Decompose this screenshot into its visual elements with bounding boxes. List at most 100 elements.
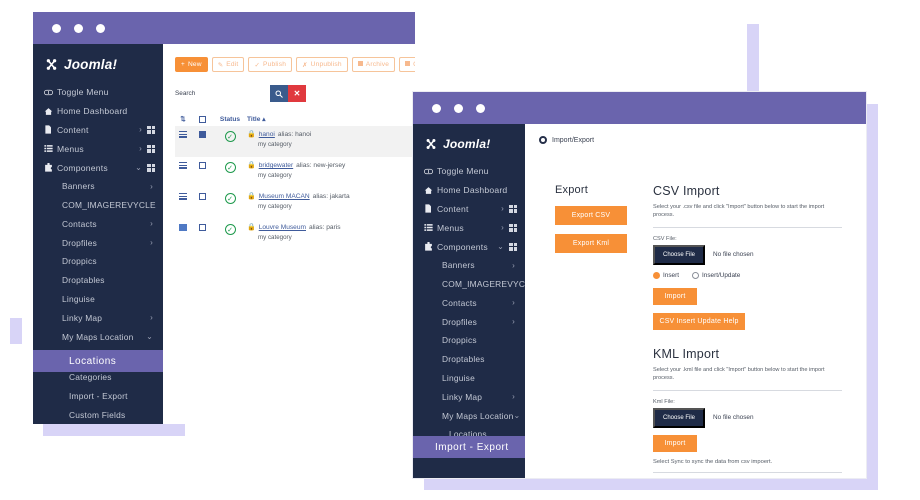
column-header-ordering[interactable]: ⇅ — [175, 115, 191, 123]
row-checkbox[interactable] — [198, 193, 206, 200]
sidebar-item-toggle-menu[interactable]: Toggle Menu — [413, 162, 525, 181]
chevron-icon: › — [150, 219, 153, 229]
sidebar-subitem-dropfiles[interactable]: Dropfiles › — [413, 312, 525, 331]
row-drag-handle[interactable] — [175, 131, 191, 138]
row-status-cell[interactable]: ✓ — [213, 193, 247, 204]
window-dot-minimize-icon[interactable] — [74, 23, 83, 33]
row-checkbox[interactable] — [198, 162, 206, 169]
toolbar-button-check-in[interactable]: Check - in — [399, 57, 415, 72]
sidebar-subitem-dropfiles[interactable]: Dropfiles › — [33, 233, 163, 252]
sidebar-subitem-my-maps-location[interactable]: My Maps Location ⌄ — [413, 406, 525, 425]
window1-subnav-list: Banners › COM_IMAGEREVYCLE Contacts › Dropfil… — [33, 177, 163, 346]
published-icon[interactable]: ✓ — [224, 162, 236, 173]
table-row[interactable]: ✓ 🔒 Louvre Museum alias: paris my category — [175, 219, 415, 250]
toolbar-button-new[interactable]: + New — [175, 57, 208, 72]
toolbar-button-archive[interactable]: Archive — [351, 57, 396, 72]
sidebar-subitem-com-imagerevycle[interactable]: COM_IMAGEREVYCLE — [33, 196, 163, 215]
sidebar-subitem-linky-map[interactable]: Linky Map › — [413, 387, 525, 406]
sidebar-item-components[interactable]: Components ⌄ — [413, 237, 525, 256]
sidebar-subitem-com-imagerevycle[interactable]: COM_IMAGEREVYCLE — [413, 275, 536, 294]
row-title-link[interactable]: Louvre Museum — [259, 224, 306, 232]
row-status-cell[interactable]: ✓ — [213, 224, 247, 235]
radio-unselected-icon[interactable] — [691, 271, 699, 279]
sidebar-item-label: Toggle Menu — [437, 166, 489, 177]
row-checkbox-cell[interactable] — [191, 224, 213, 231]
sidebar-item-home-dashboard[interactable]: Home Dashboard — [33, 102, 163, 121]
row-drag-handle[interactable] — [175, 224, 191, 231]
sidebar-item-toggle-menu[interactable]: Toggle Menu — [33, 83, 163, 102]
column-header-select-all[interactable] — [191, 115, 213, 123]
search-button[interactable] — [270, 85, 288, 102]
radio-selected-icon[interactable] — [653, 271, 660, 279]
sidebar-subitem-droptables[interactable]: Droptables — [413, 350, 525, 369]
sidebar-item-menus[interactable]: Menus › — [413, 218, 525, 237]
sidebar-subitem-banners[interactable]: Banners › — [33, 177, 163, 196]
sidebar-subitem-contacts[interactable]: Contacts › — [413, 293, 525, 312]
sidebar-subitem-custom-fields[interactable]: Custom Fields — [33, 406, 163, 425]
window-dot-close-icon[interactable] — [52, 23, 61, 33]
csv-radio-insert[interactable]: Insert — [653, 271, 679, 279]
row-drag-handle[interactable] — [175, 162, 191, 169]
window1-sidebar: Joomla! Toggle Menu Home Dashboard Content… — [33, 44, 185, 425]
published-icon[interactable]: ✓ — [224, 224, 236, 235]
published-icon[interactable]: ✓ — [224, 131, 236, 142]
row-status-cell[interactable]: ✓ — [213, 131, 247, 142]
sidebar-item-components[interactable]: Components ⌄ — [33, 158, 163, 177]
column-header-status[interactable]: Status — [213, 116, 247, 123]
clear-search-button[interactable]: ✕ — [288, 85, 306, 102]
select-all-checkbox[interactable] — [198, 115, 206, 123]
toolbar-button-unpublish[interactable]: ✗ Unpublish — [296, 57, 348, 72]
csv-choose-file-button[interactable]: Choose File — [653, 244, 706, 265]
row-checkbox-cell[interactable] — [191, 162, 213, 169]
table-row[interactable]: ✓ 🔒 hanoi alias: hanoi my category — [175, 126, 415, 157]
toolbar-button-label: Archive — [365, 61, 390, 68]
drag-handle-icon — [179, 224, 187, 231]
sidebar-subitem-label: Linguise — [442, 372, 475, 383]
sidebar-item-content[interactable]: Content › — [33, 121, 163, 140]
sidebar-item-home-dashboard[interactable]: Home Dashboard — [413, 181, 525, 200]
locations-table: ⇅ Status Title ▴ ✓ 🔒 hanoi alias: hanoi my c… — [175, 112, 415, 250]
published-icon[interactable]: ✓ — [224, 193, 236, 204]
sidebar-subitem-linguise[interactable]: Linguise — [413, 369, 525, 388]
column-header-title[interactable]: Title ▴ — [247, 115, 415, 123]
export-csv-button[interactable]: Export CSV — [555, 206, 627, 225]
csv-import-button[interactable]: Import — [653, 287, 697, 305]
row-checkbox[interactable] — [198, 131, 206, 138]
row-title-link[interactable]: Museum MACAN — [259, 193, 310, 201]
toolbar-button-edit[interactable]: ✎ Edit — [211, 57, 245, 72]
window2-titlebar[interactable] — [413, 92, 866, 124]
row-title-link[interactable]: bridgewater — [259, 162, 293, 170]
sidebar-item-content[interactable]: Content › — [413, 200, 525, 219]
csv-insert-update-help-button[interactable]: CSV Insert Update Help — [653, 312, 745, 330]
window-dot-close-icon[interactable] — [432, 103, 441, 113]
row-checkbox-cell[interactable] — [191, 131, 213, 138]
export-kml-button[interactable]: Export Kml — [555, 234, 627, 253]
table-row[interactable]: ✓ 🔒 Museum MACAN alias: jakarta my category — [175, 188, 415, 219]
table-row[interactable]: ✓ 🔒 bridgewater alias: new-jersey my categor… — [175, 157, 415, 188]
sidebar-subitem-linguise[interactable]: Linguise — [33, 290, 163, 309]
csv-radio-insert-update[interactable]: Insert/Update — [691, 271, 740, 279]
sidebar-subitem-droppics[interactable]: Droppics — [413, 331, 525, 350]
sidebar-subitem-banners[interactable]: Banners › — [413, 256, 525, 275]
row-checkbox-cell[interactable] — [191, 193, 213, 200]
sidebar-subitem-droppics[interactable]: Droppics — [33, 252, 163, 271]
chevron-icon: › — [512, 392, 515, 402]
row-drag-handle[interactable] — [175, 193, 191, 200]
toolbar-button-publish[interactable]: ✓ Publish — [248, 57, 293, 72]
kml-choose-file-button[interactable]: Choose File — [653, 407, 706, 428]
row-checkbox[interactable] — [198, 224, 206, 231]
window-dot-minimize-icon[interactable] — [454, 103, 463, 113]
window1-titlebar[interactable] — [33, 12, 415, 44]
window-dot-maximize-icon[interactable] — [476, 103, 485, 113]
row-status-cell[interactable]: ✓ — [213, 162, 247, 173]
sidebar-subitem-contacts[interactable]: Contacts › — [33, 214, 163, 233]
window-dot-maximize-icon[interactable] — [96, 23, 105, 33]
window2-nav-list: Toggle Menu Home Dashboard Content › Menus › C… — [413, 162, 525, 256]
sidebar-subitem-my-maps-location[interactable]: My Maps Location ⌄ — [33, 327, 163, 346]
row-title-link[interactable]: hanoi — [259, 131, 275, 139]
sidebar-subitem-droptables[interactable]: Droptables — [33, 271, 163, 290]
kml-import-button[interactable]: Import — [653, 434, 697, 452]
sidebar-subitem-linky-map[interactable]: Linky Map › — [33, 308, 163, 327]
sidebar-subitem-import-export[interactable]: Import - Export — [33, 387, 163, 406]
sidebar-item-menus[interactable]: Menus › — [33, 139, 163, 158]
